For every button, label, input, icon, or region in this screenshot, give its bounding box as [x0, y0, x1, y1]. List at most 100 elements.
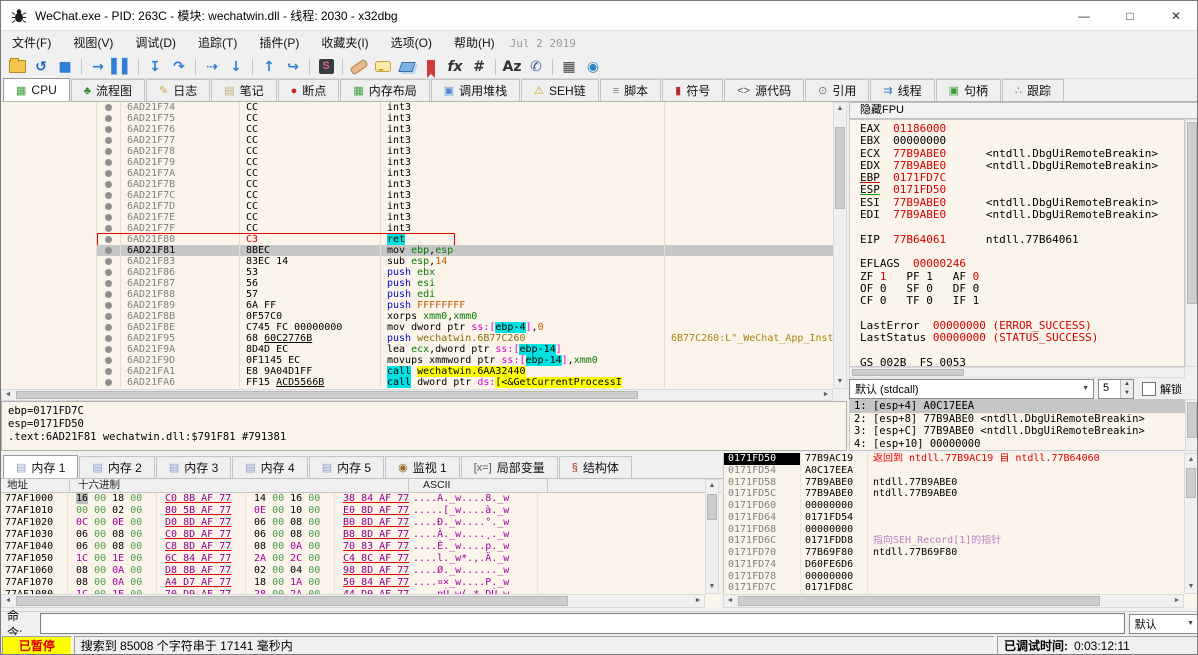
scroll-track[interactable] [834, 115, 846, 376]
disasm-row[interactable]: 6AD21F818BECmov ebp,esp [1, 245, 846, 256]
dump-tab-dump5[interactable]: ▤内存 5 [309, 456, 384, 478]
stop-icon[interactable]: ■ [54, 57, 76, 77]
breakpoint-dot-cell[interactable] [96, 157, 121, 168]
breakpoint-dot-cell[interactable] [96, 267, 121, 278]
tab-trace[interactable]: ∴跟踪 [1002, 79, 1064, 101]
registers-hscrollbar[interactable] [849, 367, 1185, 378]
pause-icon[interactable]: ▌▌ [111, 57, 133, 77]
breakpoint-dot-cell[interactable] [96, 146, 121, 157]
breakpoint-dot-cell[interactable] [96, 113, 121, 124]
step-out-icon[interactable]: ↓ [225, 57, 247, 77]
scroll-thumb[interactable] [1187, 402, 1197, 438]
scroll-thumb[interactable] [1187, 122, 1197, 304]
breakpoint-dot-cell[interactable] [96, 179, 121, 190]
hash-icon[interactable]: # [468, 57, 490, 77]
register-line[interactable]: GS 002B FS 0053 [860, 357, 1184, 367]
tab-symbols[interactable]: ▮符号 [662, 79, 723, 101]
menu-item[interactable]: 收藏夹(I) [310, 31, 379, 55]
dump-row[interactable]: 77AF101000 00 02 0080 5B AF 770E 00 10 0… [1, 505, 721, 517]
tab-source[interactable]: <>源代码 [724, 79, 804, 101]
breakpoint-dot-cell[interactable] [96, 278, 121, 289]
stack-hscrollbar[interactable]: ◄ ► [723, 594, 1184, 608]
dump-tab-dump2[interactable]: ▤内存 2 [79, 456, 154, 478]
argument-row[interactable]: 3: [esp+C] 77B9ABE0 <ntdll.DbgUiRemoteBr… [850, 425, 1198, 438]
dump-tab-dump3[interactable]: ▤内存 3 [156, 456, 231, 478]
disasm-row[interactable]: 6AD21F8383EC 14sub esp,14 [1, 256, 846, 267]
stack-row[interactable]: 0171FD7077B69F80ntdll.77B69F80 [724, 547, 1198, 559]
dump-row[interactable]: 77AF107008 00 0A 00A4 D7 AF 7718 00 1A 0… [1, 577, 721, 589]
arguments-vscrollbar[interactable] [1185, 399, 1198, 451]
tab-handles[interactable]: ▣句柄 [936, 79, 1001, 101]
disasm-row[interactable]: 6AD21FA1E8 9A04D1FFcall wechatwin.6AA324… [1, 366, 846, 377]
disasm-row[interactable]: 6AD21F7ACCint3 [1, 168, 846, 179]
font-icon[interactable]: Az [501, 57, 523, 77]
stack-row[interactable]: 0171FD74D60FE6D6 [724, 559, 1198, 571]
disasm-row[interactable]: 6AD21F9568 60C2776Bpush wechatwin.6B77C2… [1, 333, 846, 344]
scroll-right-arrow[interactable]: ► [1171, 595, 1183, 607]
tab-log[interactable]: ✎日志 [146, 79, 210, 101]
disasm-row[interactable]: 6AD21F77CCint3 [1, 135, 846, 146]
scroll-thumb[interactable] [738, 596, 1100, 606]
argument-row[interactable]: 4: [esp+10] 00000000 [850, 438, 1198, 451]
spin-down-icon[interactable]: ▼ [1121, 389, 1133, 398]
breakpoint-dot-cell[interactable] [96, 289, 121, 300]
scroll-up-arrow[interactable]: ▲ [706, 480, 718, 492]
tab-seh[interactable]: ⚠SEH链 [521, 79, 599, 101]
memory-dump-panel[interactable]: 地址 十六进制 ASCII 77AF100016 00 18 00C0 8B A… [1, 479, 721, 608]
breakpoint-dot-cell[interactable] [96, 124, 121, 135]
tab-breakpoints[interactable]: ●断点 [278, 79, 340, 101]
dump-tab-dump4[interactable]: ▤内存 4 [232, 456, 307, 478]
dump-tab-struct[interactable]: §结构体 [559, 456, 632, 478]
scroll-left-arrow[interactable]: ◄ [2, 595, 14, 607]
scroll-track[interactable] [14, 595, 692, 607]
disasm-row[interactable]: 6AD21F7FCCint3 [1, 223, 846, 234]
scroll-thumb[interactable] [16, 596, 568, 606]
calling-convention-select[interactable]: 默认 (stdcall) ▼ [849, 379, 1094, 399]
step-over-icon[interactable]: ↷ [168, 57, 190, 77]
argument-depth-spinner[interactable]: 5 ▲▼ [1098, 379, 1134, 399]
scroll-track[interactable] [706, 492, 718, 581]
back-to-user-icon[interactable]: ↪ [282, 57, 304, 77]
unlock-checkbox-group[interactable]: 解锁 [1142, 381, 1182, 397]
globe-icon[interactable]: ◉ [582, 57, 604, 77]
dump-row[interactable]: 77AF100016 00 18 00C0 8B AF 7714 00 16 0… [1, 493, 721, 505]
scroll-thumb[interactable] [1186, 468, 1196, 498]
disassembly-hscrollbar[interactable]: ◄ ► [1, 389, 833, 401]
command-profile-select[interactable]: 默认 ▼ [1129, 614, 1198, 634]
scroll-track[interactable] [1186, 120, 1198, 366]
register-line[interactable]: LastStatus 00000000 (STATUS_SUCCESS) [860, 332, 1184, 344]
menu-item[interactable]: 调试(D) [124, 31, 187, 55]
disasm-row[interactable]: 6AD21F76CCint3 [1, 124, 846, 135]
breakpoint-dot-cell[interactable] [96, 355, 121, 366]
dump-row[interactable]: 77AF10200C 00 0E 00D0 8D AF 7706 00 08 0… [1, 517, 721, 529]
run-to-user-code-icon[interactable]: ⇢ [201, 57, 223, 77]
registers-vscrollbar[interactable] [1185, 119, 1198, 367]
tab-graph[interactable]: ♣流程图 [71, 79, 145, 101]
disasm-row[interactable]: 6AD21F7BCCint3 [1, 179, 846, 190]
disasm-row[interactable]: 6AD21F78CCint3 [1, 146, 846, 157]
execute-till-return-icon[interactable]: ↑ [258, 57, 280, 77]
breakpoint-dot-cell[interactable] [96, 344, 121, 355]
arguments-list[interactable]: 1: [esp+4] A0C17EEA2: [esp+8] 77B9ABE0 <… [849, 399, 1198, 451]
menu-item[interactable]: 帮助(H) [443, 31, 506, 55]
run-icon[interactable]: → [87, 57, 109, 77]
scroll-up-arrow[interactable]: ▲ [834, 103, 846, 115]
breakpoint-dot-cell[interactable] [96, 212, 121, 223]
scroll-track[interactable] [14, 390, 820, 400]
dump-row[interactable]: 77AF104006 00 08 00C8 8D AF 7708 00 0A 0… [1, 541, 721, 553]
stack-panel[interactable]: 0171FD5077B9AC19返回到 ntdll.77B9AC19 自 ntd… [723, 453, 1198, 608]
disasm-row[interactable]: 6AD21F7DCCint3 [1, 201, 846, 212]
scroll-down-arrow[interactable]: ▼ [1185, 581, 1197, 593]
scroll-track[interactable] [850, 368, 1184, 377]
stack-row[interactable]: 0171FD6000000000 [724, 500, 1198, 512]
breakpoint-dot-cell[interactable] [96, 366, 121, 377]
scroll-track[interactable] [1185, 466, 1197, 581]
stack-row[interactable]: 0171FD5C77B9ABE0ntdll.77B9ABE0 [724, 488, 1198, 500]
stack-row[interactable]: 0171FD5077B9AC19返回到 ntdll.77B9AC19 自 ntd… [724, 453, 1198, 465]
menu-item[interactable]: 追踪(T) [187, 31, 248, 55]
disasm-row[interactable]: 6AD21F9D0F1145 ECmovups xmmword ptr ss:[… [1, 355, 846, 366]
scroll-right-arrow[interactable]: ► [692, 595, 704, 607]
stack-row[interactable]: 0171FD6C0171FDD8指向SEH_Record[1]的指针 [724, 535, 1198, 547]
scroll-left-arrow[interactable]: ◄ [2, 390, 14, 400]
disasm-row[interactable]: 6AD21FA6FF15 ACD5566Bcall dword ptr ds:[… [1, 377, 846, 388]
